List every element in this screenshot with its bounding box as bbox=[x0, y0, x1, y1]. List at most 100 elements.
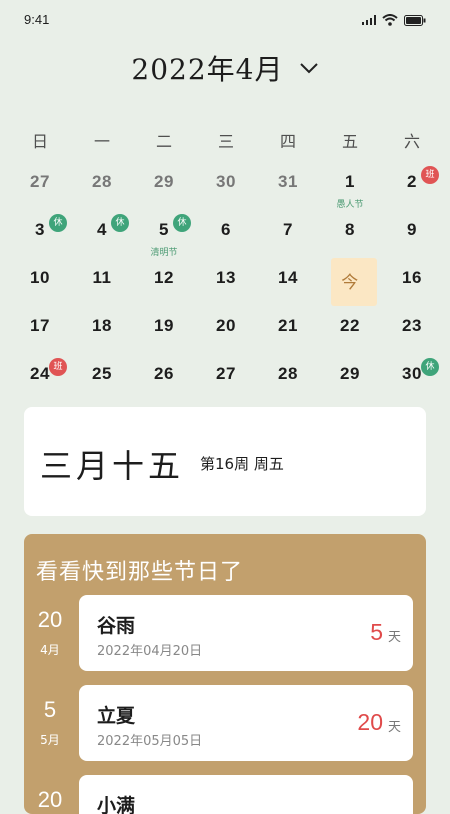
day-number: 25 bbox=[92, 364, 112, 383]
day-cell[interactable]: 3休 bbox=[9, 208, 71, 256]
day-cell[interactable]: 18 bbox=[71, 304, 133, 352]
holiday-row: 5 5月 立夏 2022年05月05日 20 天 bbox=[24, 685, 426, 761]
day-cell[interactable]: 2班 bbox=[381, 160, 443, 208]
lunar-card: 三月十五 第16周 周五 bbox=[24, 407, 426, 516]
status-time: 9:41 bbox=[24, 12, 50, 27]
days-remaining: 5 bbox=[370, 619, 383, 645]
day-number: 21 bbox=[278, 316, 298, 335]
day-cell[interactable]: 28 bbox=[257, 352, 319, 400]
day-number: 28 bbox=[92, 172, 112, 191]
day-cell[interactable]: 16 bbox=[381, 256, 443, 304]
holiday-card[interactable]: 小满 bbox=[79, 775, 413, 814]
month-header[interactable]: 2022年4月 bbox=[0, 48, 450, 88]
day-number: 23 bbox=[402, 316, 422, 335]
day-cell[interactable]: 8 bbox=[319, 208, 381, 256]
day-cell[interactable]: 27 bbox=[9, 160, 71, 208]
day-number: 9 bbox=[407, 220, 417, 239]
day-number: 19 bbox=[154, 316, 174, 335]
holiday-day: 20 bbox=[37, 607, 63, 632]
day-number: 29 bbox=[154, 172, 174, 191]
weekday-wed: 三 bbox=[217, 132, 234, 151]
lunar-date: 三月十五 bbox=[40, 447, 185, 485]
day-number: 29 bbox=[340, 364, 360, 383]
day-cell[interactable]: 30 休 bbox=[381, 352, 443, 400]
day-cell[interactable]: 4休 bbox=[71, 208, 133, 256]
day-number: 31 bbox=[278, 172, 298, 191]
day-cell-today[interactable]: 今 bbox=[319, 256, 381, 306]
day-cell[interactable]: 29 bbox=[319, 352, 381, 400]
day-number: 6 bbox=[221, 220, 231, 239]
status-icons bbox=[362, 14, 426, 26]
days-remaining: 20 bbox=[357, 709, 383, 735]
day-cell[interactable]: 21 bbox=[257, 304, 319, 352]
day-cell[interactable]: 23 bbox=[381, 304, 443, 352]
day-number: 1 bbox=[345, 172, 355, 191]
day-number: 27 bbox=[30, 172, 50, 191]
days-unit: 天 bbox=[387, 720, 401, 735]
workday-badge: 班 bbox=[421, 166, 439, 184]
workday-badge: 班 bbox=[49, 358, 67, 376]
day-cell[interactable]: 31 bbox=[257, 160, 319, 208]
day-cell[interactable]: 7 bbox=[257, 208, 319, 256]
weekday-thu: 四 bbox=[279, 132, 296, 151]
day-cell[interactable]: 6 bbox=[195, 208, 257, 256]
day-cell[interactable]: 20 bbox=[195, 304, 257, 352]
holiday-panel: 看看快到那些节日了 20 4月 谷雨 2022年04月20日 5 天 5 5月 … bbox=[24, 534, 426, 814]
holiday-card[interactable]: 谷雨 2022年04月20日 5 天 bbox=[79, 595, 413, 671]
holiday-rest-badge: 休 bbox=[173, 214, 191, 232]
signal-icon bbox=[362, 15, 376, 25]
day-cell[interactable]: 24 班 bbox=[9, 352, 71, 400]
day-cell[interactable]: 13 bbox=[195, 256, 257, 304]
holiday-row: 20 4月 谷雨 2022年04月20日 5 天 bbox=[24, 595, 426, 671]
day-cell[interactable]: 1 愚人节 bbox=[319, 160, 381, 210]
day-number: 8 bbox=[345, 220, 355, 239]
day-cell[interactable]: 22 bbox=[319, 304, 381, 352]
day-cell[interactable]: 30 bbox=[195, 160, 257, 208]
day-number: 20 bbox=[216, 316, 236, 335]
holiday-name: 小满 bbox=[97, 795, 136, 814]
day-cell[interactable]: 12 bbox=[133, 256, 195, 304]
days-unit: 天 bbox=[387, 630, 401, 645]
day-cell[interactable]: 17 bbox=[9, 304, 71, 352]
day-number: 26 bbox=[154, 364, 174, 383]
holiday-name: 谷雨 bbox=[97, 615, 136, 637]
day-number: 13 bbox=[216, 268, 236, 287]
holiday-date: 2022年04月20日 bbox=[97, 644, 203, 659]
day-cell[interactable]: 5 休清明节 bbox=[133, 208, 195, 258]
day-number: 16 bbox=[402, 268, 422, 287]
day-number: 今 bbox=[341, 273, 359, 292]
day-number: 11 bbox=[92, 268, 112, 287]
day-cell[interactable]: 26 bbox=[133, 352, 195, 400]
holiday-rest-badge: 休 bbox=[421, 358, 439, 376]
day-number: 12 bbox=[154, 268, 174, 287]
holiday-row: 20 5月 小满 bbox=[24, 775, 426, 814]
day-cell[interactable]: 19 bbox=[133, 304, 195, 352]
weekday-mon: 一 bbox=[93, 132, 110, 151]
day-cell[interactable]: 28 bbox=[71, 160, 133, 208]
day-cell[interactable]: 14 bbox=[257, 256, 319, 304]
day-cell[interactable]: 25 bbox=[71, 352, 133, 400]
holiday-day: 5 bbox=[43, 697, 57, 722]
status-bar: 9:41 bbox=[0, 0, 450, 40]
wifi-icon bbox=[382, 14, 398, 26]
day-cell[interactable]: 11 bbox=[71, 256, 133, 304]
weekday-fri: 五 bbox=[341, 132, 358, 151]
day-cell[interactable]: 10 bbox=[9, 256, 71, 304]
holiday-month: 5月 bbox=[40, 733, 60, 747]
day-cell[interactable]: 29 bbox=[133, 160, 195, 208]
week-info: 第16周 周五 bbox=[200, 455, 284, 473]
month-title[interactable]: 2022年4月 bbox=[131, 48, 283, 88]
day-number: 27 bbox=[216, 364, 236, 383]
day-cell[interactable]: 9 bbox=[381, 208, 443, 256]
day-number: 30 bbox=[216, 172, 236, 191]
battery-icon bbox=[404, 14, 426, 26]
chevron-down-icon[interactable] bbox=[299, 61, 319, 75]
weekday-sun: 日 bbox=[31, 132, 48, 151]
day-number: 17 bbox=[30, 316, 50, 335]
weekday-tue: 二 bbox=[155, 132, 172, 151]
day-number: 14 bbox=[278, 268, 298, 287]
holiday-card[interactable]: 立夏 2022年05月05日 20 天 bbox=[79, 685, 413, 761]
day-cell[interactable]: 27 bbox=[195, 352, 257, 400]
holiday-date: 2022年05月05日 bbox=[97, 734, 203, 749]
day-number: 28 bbox=[278, 364, 298, 383]
